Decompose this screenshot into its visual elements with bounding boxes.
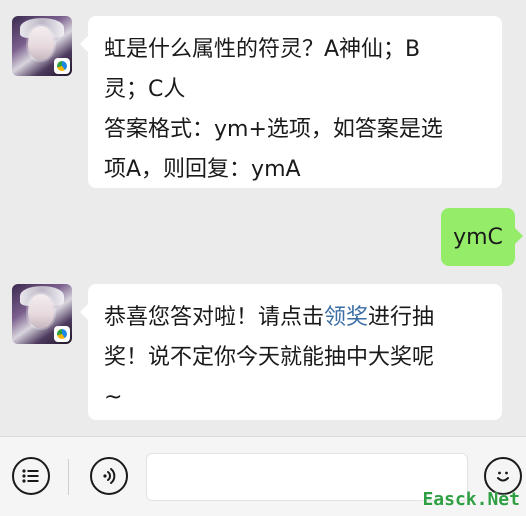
- list-menu-icon[interactable]: [12, 457, 50, 495]
- message-line: 恭喜您答对啦！请点击领奖进行抽: [104, 298, 486, 338]
- message-line: 项A，则回复：ymA: [104, 157, 301, 182]
- message-bubble-question: 虹是什么属性的符灵？A神仙；B 灵；C人 答案格式：ym+选项，如答案是选 项A…: [80, 16, 502, 188]
- message-text: 进行抽: [368, 305, 435, 330]
- sender-avatar[interactable]: [12, 284, 72, 344]
- message-bubble-result: 恭喜您答对啦！请点击领奖进行抽 奖！说不定你今天就能抽中大奖呢 ~: [80, 284, 502, 420]
- claim-prize-link[interactable]: 领奖: [324, 305, 368, 330]
- message-line: 答案格式：ym+选项，如答案是选: [104, 117, 443, 142]
- message-text: ymC: [453, 225, 503, 250]
- message-bubble-reply: ymC: [441, 208, 523, 266]
- message-line: 灵；C人: [104, 77, 186, 102]
- input-toolbar: Easck.Net: [0, 436, 526, 516]
- message-line: 奖！说不定你今天就能抽中大奖呢: [104, 345, 435, 370]
- message-line: ~: [104, 385, 123, 410]
- message-input[interactable]: [146, 453, 468, 501]
- watermark: Easck.Net: [422, 489, 520, 510]
- chat-area[interactable]: 虹是什么属性的符灵？A神仙；B 灵；C人 答案格式：ym+选项，如答案是选 项A…: [0, 0, 526, 436]
- message-text: 恭喜您答对啦！请点击: [104, 305, 325, 330]
- message-line: 虹是什么属性的符灵？A神仙；B: [104, 37, 421, 62]
- toolbar-divider: [68, 459, 69, 495]
- voice-icon[interactable]: [90, 457, 128, 495]
- sender-avatar[interactable]: [12, 16, 72, 76]
